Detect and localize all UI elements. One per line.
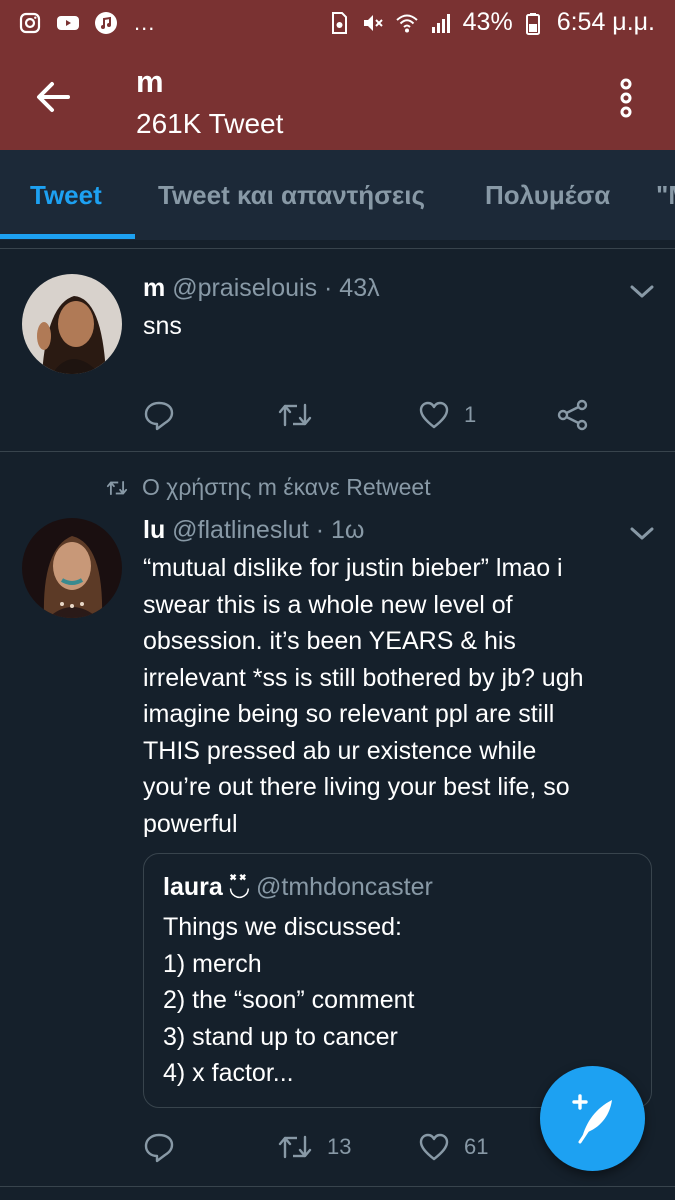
quoted-text-line: 4) x factor...: [163, 1059, 294, 1087]
tweet-time: · 43λ: [324, 274, 380, 302]
quoted-text-line: 2) the “soon” comment: [163, 986, 415, 1014]
profile-tabs: Tweet Tweet και απαντήσεις Πολυμέσα "Μ: [0, 150, 675, 240]
retweet-icon: [278, 403, 312, 427]
retweet-icon: [106, 480, 128, 495]
profile-header: m 261K Tweet: [0, 48, 675, 150]
avatar[interactable]: [22, 518, 122, 618]
quoted-author-name: laura ◟̽◞̽: [163, 873, 250, 901]
more-notifications: ...: [134, 10, 156, 35]
page-title: m: [136, 64, 164, 99]
tweet-text-line: obsession. it’s been YEARS & his: [143, 627, 516, 655]
more-options-icon[interactable]: [604, 76, 648, 120]
reply-button[interactable]: [143, 399, 175, 431]
tab-tweets[interactable]: Tweet: [30, 180, 102, 211]
retweet-button[interactable]: 13: [277, 1131, 351, 1163]
avatar[interactable]: [22, 274, 122, 374]
compose-feather-icon: [572, 1094, 612, 1144]
quoted-text: Things we discussed: 1) merch 2) the “so…: [163, 909, 415, 1092]
tweet-text: “mutual dislike for justin bieber” lmao …: [143, 550, 584, 842]
tweet-text-line: you’re out there living your best life, …: [143, 773, 570, 801]
share-button[interactable]: [556, 399, 590, 431]
divider: [0, 1186, 675, 1187]
instagram-icon: [19, 12, 41, 34]
music-icon: [95, 12, 117, 34]
quoted-text-line: 1) merch: [163, 949, 262, 978]
reply-button[interactable]: [143, 1131, 175, 1163]
tweet-count: 261K Tweet: [136, 108, 284, 139]
like-button[interactable]: 1: [418, 399, 476, 431]
sim-icon: [331, 11, 347, 34]
chevron-down-icon[interactable]: [628, 524, 656, 544]
quoted-author-handle: @tmhdoncaster: [256, 873, 433, 901]
battery-icon: [525, 12, 540, 35]
share-icon: [557, 399, 588, 431]
tweet-text-line: irrelevant *ss is still bothered by jb? …: [143, 663, 584, 692]
author-handle[interactable]: @flatlineslut: [172, 516, 309, 544]
reply-icon: [144, 1133, 174, 1163]
battery-percent: 43%: [462, 8, 513, 36]
retweet-context-text[interactable]: Ο χρήστης m έκανε Retweet: [142, 474, 431, 501]
author-name[interactable]: lu: [143, 516, 165, 544]
tab-tweets-and-replies[interactable]: Tweet και απαντήσεις: [158, 180, 425, 211]
retweet-context: Ο χρήστης m έκανε Retweet: [106, 474, 431, 501]
retweet-count: 13: [327, 1134, 352, 1159]
tweet-text-line: “mutual dislike for justin bieber” lmao …: [143, 554, 563, 582]
author-name[interactable]: m: [143, 274, 165, 302]
quoted-text-line: Things we discussed:: [163, 913, 403, 941]
clock: 6:54 μ.μ.: [556, 8, 655, 36]
back-arrow-icon[interactable]: [30, 74, 76, 120]
active-tab-indicator: [0, 234, 135, 239]
retweet-icon: [278, 1135, 312, 1159]
divider: [0, 451, 675, 452]
tweet-text-line: THIS pressed ab ur existence while: [143, 736, 537, 765]
signal-icon: [431, 13, 450, 33]
wifi-icon: [395, 14, 418, 32]
chevron-down-icon[interactable]: [628, 282, 656, 302]
tweet-text: sns: [143, 312, 182, 340]
heart-icon: [419, 1133, 449, 1161]
like-count: 1: [464, 402, 477, 427]
mute-icon: [363, 14, 383, 31]
tweet-text-line: swear this is a whole new level of: [143, 590, 513, 619]
author-handle[interactable]: @praiselouis: [172, 274, 317, 302]
tweet-time: · 1ω: [315, 516, 365, 544]
tab-likes[interactable]: "Μ: [656, 180, 675, 211]
like-button[interactable]: 61: [418, 1131, 488, 1163]
compose-tweet-button[interactable]: [540, 1066, 645, 1171]
youtube-icon: [57, 16, 79, 30]
heart-icon: [419, 401, 449, 429]
tweet-text-line: imagine being so relevant ppl are still: [143, 700, 555, 728]
quoted-text-line: 3) stand up to cancer: [163, 1022, 398, 1051]
like-count: 61: [464, 1134, 489, 1159]
reply-icon: [144, 401, 174, 431]
retweet-button[interactable]: [277, 399, 313, 431]
divider: [0, 248, 675, 249]
status-bar: ... 43% 6:54 μ.μ.: [0, 0, 675, 48]
tab-media[interactable]: Πολυμέσα: [485, 180, 610, 211]
tweet-text-line: powerful: [143, 809, 238, 838]
